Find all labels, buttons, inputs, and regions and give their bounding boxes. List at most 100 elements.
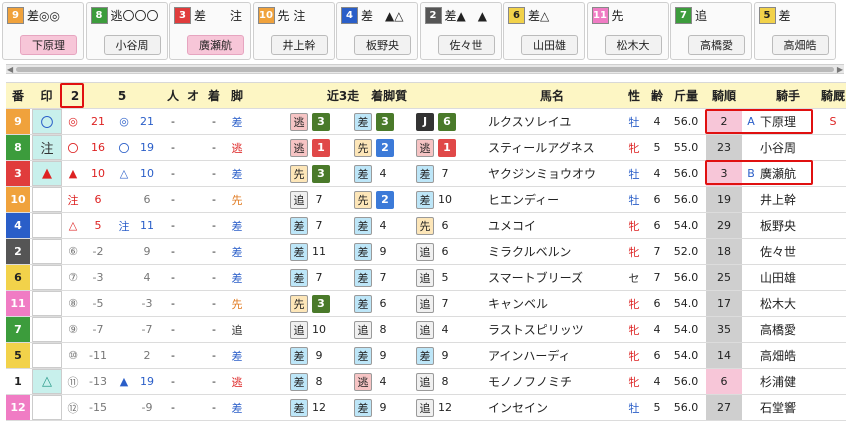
row-jockey[interactable]: 山田雄: [760, 265, 818, 290]
card-jockey-button[interactable]: 小谷周: [103, 35, 161, 55]
table-row[interactable]: 6 ⑦ -3 4 - - 差 差7 差7 追5 スマートブリーズ セ 7 56.…: [6, 265, 846, 291]
card-4[interactable]: 4差 ▲△ 板野央: [336, 2, 418, 60]
table-row[interactable]: 3 ▲ ▲ 10 △ 10 - - 差 先3 差4 差7 ヤクジンミョウオウ 牡…: [6, 161, 846, 187]
style-box: 先: [416, 216, 434, 235]
table-row[interactable]: 4 △ 5 注 11 - - 差 差7 差4 先6 ユメコイ 牝 6 54.0 …: [6, 213, 846, 239]
row-jockey[interactable]: 廣瀬航: [760, 161, 818, 186]
row-mark[interactable]: [32, 187, 62, 212]
scroll-thumb[interactable]: [16, 67, 834, 72]
row-jockey[interactable]: 石堂響: [760, 395, 818, 420]
result-num: 9: [441, 349, 449, 362]
card-jockey-button[interactable]: 高畑皓: [771, 35, 829, 55]
row-horse-name[interactable]: アインハーディ: [488, 343, 622, 368]
table-row[interactable]: 12 ⑫ -15 -9 - - 差 差 12 差9 追 12 インセイン 牡 5 5…: [6, 395, 846, 421]
card-jockey-button[interactable]: 高橋愛: [688, 35, 745, 55]
row-stable: [818, 213, 848, 238]
card-10[interactable]: 10 先 注井上幹: [252, 2, 335, 60]
row-jockey[interactable]: 高畑皓: [760, 343, 818, 368]
row-horse-name[interactable]: スマートブリーズ: [488, 265, 622, 290]
row-mark5: ◎: [119, 115, 129, 128]
card-8[interactable]: 8 逃〇〇〇 小谷周: [85, 2, 168, 60]
recent-race-2: 差9: [354, 239, 400, 264]
card-3[interactable]: 3差 注廣瀬航: [169, 2, 251, 60]
row-mark[interactable]: [32, 317, 62, 342]
card-jockey-button[interactable]: 松木大: [604, 35, 662, 55]
card-jockey-button[interactable]: 板野央: [354, 35, 411, 55]
row-sex: 牝: [628, 375, 640, 389]
table-row[interactable]: 10 注 6 6 - - 先 追7 先2 差 10 ヒエンディー 牡 6 56.0…: [6, 187, 846, 213]
result-num: 9: [315, 349, 323, 362]
style-box: 差: [354, 294, 372, 313]
card-jockey-button[interactable]: 井上幹: [270, 35, 328, 55]
row-mark[interactable]: [32, 213, 62, 238]
table-row[interactable]: 1 △ ⑪ -13 ▲ 19 - - 逃 差8 逃4 追8 モノノフノミチ 牝 …: [6, 369, 846, 395]
row-jockey[interactable]: 高橋愛: [760, 317, 818, 342]
row-age: 5: [653, 401, 661, 414]
table-row[interactable]: 8 注 〇 16 〇 19 - - 逃 逃1 先2 逃1 スティールアグネス 牝…: [6, 135, 846, 161]
row-horse-name[interactable]: インセイン: [488, 395, 622, 420]
row-mark[interactable]: △: [32, 369, 62, 394]
recent-race-3: 追4: [416, 317, 462, 342]
row-horse-name[interactable]: ヒエンディー: [488, 187, 622, 212]
table-row[interactable]: 5 ⑩ -11 2 - - 差 差9 差9 差9 アインハーディ 牝 6 54.…: [6, 343, 846, 369]
row-mark[interactable]: [32, 343, 62, 368]
row-mark[interactable]: 〇: [32, 109, 62, 134]
style-box: 追: [354, 320, 372, 339]
card-7[interactable]: 7 追高橋愛: [670, 2, 752, 60]
table-row[interactable]: 11 ⑧ -5 -3 - - 先 先3 差6 追7 キャンベル 牝 6 54.0…: [6, 291, 846, 317]
row-mark[interactable]: [32, 291, 62, 316]
header-ninki: 人: [166, 89, 179, 103]
row-jockey[interactable]: 下原理: [760, 109, 818, 134]
header-col2[interactable]: 2: [62, 83, 88, 108]
horizontal-scrollbar[interactable]: ◀ ▶: [6, 64, 844, 74]
row-jockey[interactable]: 井上幹: [760, 187, 818, 212]
row-val2: -7: [92, 323, 104, 336]
row-jockey[interactable]: 杉浦健: [760, 369, 818, 394]
row-jockey[interactable]: 佐々世: [760, 239, 818, 264]
table-row[interactable]: 2 ⑥ -2 9 - - 差 差 11 差9 追6 ミラクルベルン 牝 7 52.…: [6, 239, 846, 265]
scroll-left-arrow-icon[interactable]: ◀: [7, 65, 13, 74]
card-marks: 追: [695, 8, 708, 23]
row-horse-name[interactable]: ヤクジンミョウオウ: [488, 161, 622, 186]
card-jockey-button[interactable]: 廣瀬航: [187, 35, 244, 55]
recent-race-1: 逃3: [290, 109, 336, 134]
row-ban: 5: [6, 343, 30, 368]
table-row[interactable]: 9 〇 ◎ 21 ◎ 21 - - 差 逃3 差3 J6 ルクスソレイユ 牡 4…: [6, 109, 846, 135]
table-row[interactable]: 7 ⑨ -7 -7 - - 追 追 10 追8 追4 ラストスピリッツ 牝 4 5…: [6, 317, 846, 343]
row-mark[interactable]: [32, 395, 62, 420]
row-mark2: ⑦: [68, 271, 78, 284]
row-horse-name[interactable]: ミラクルベルン: [488, 239, 622, 264]
row-horse-name[interactable]: モノノフノミチ: [488, 369, 622, 394]
row-jockey[interactable]: 松木大: [760, 291, 818, 316]
card-2[interactable]: 2 差▲ ▲ 佐々世: [419, 2, 502, 60]
card-6[interactable]: 6 差△ 山田雄: [503, 2, 585, 60]
row-stable: [818, 265, 848, 290]
card-marks: 差: [778, 8, 791, 23]
row-jockey[interactable]: 小谷周: [760, 135, 818, 160]
row-mark[interactable]: ▲: [32, 161, 62, 186]
row-weight: 54.0: [673, 349, 699, 362]
row-mark[interactable]: [32, 265, 62, 290]
card-jockey-button[interactable]: 下原理: [20, 35, 77, 55]
header-weight: 斤量: [673, 89, 698, 103]
card-marks: 先: [611, 8, 624, 23]
card-9[interactable]: 9 差◎◎ 下原理: [2, 2, 84, 60]
row-mark[interactable]: 注: [32, 135, 62, 160]
row-horse-name[interactable]: ラストスピリッツ: [488, 317, 622, 342]
row-mark[interactable]: [32, 239, 62, 264]
row-jockey-rank: 19: [706, 187, 742, 212]
card-5[interactable]: 5 差高畑皓: [753, 2, 836, 60]
row-horse-name[interactable]: ユメコイ: [488, 213, 622, 238]
row-horse-name[interactable]: キャンベル: [488, 291, 622, 316]
row-horse-name[interactable]: スティールアグネス: [488, 135, 622, 160]
row-weight: 54.0: [673, 219, 699, 232]
row-jockey[interactable]: 板野央: [760, 213, 818, 238]
card-jockey-button[interactable]: 佐々世: [437, 35, 495, 55]
result-num: 12: [312, 401, 326, 414]
card-11[interactable]: 11 先松木大: [586, 2, 669, 60]
row-horse-name[interactable]: ルクスソレイユ: [488, 109, 622, 134]
card-jockey-button[interactable]: 山田雄: [521, 35, 578, 55]
row-grade: [744, 343, 758, 368]
header-col5[interactable]: 5: [114, 83, 130, 108]
scroll-right-arrow-icon[interactable]: ▶: [837, 65, 843, 74]
